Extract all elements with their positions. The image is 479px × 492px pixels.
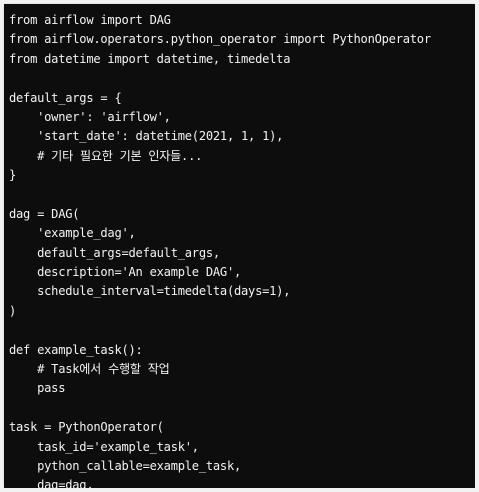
- code-line-13: default_args=default_args,: [9, 245, 220, 260]
- code-line-25: dag=dag,: [9, 478, 94, 488]
- code-line-16: ): [9, 303, 17, 318]
- code-line-20: pass: [9, 381, 66, 396]
- code-line-6: 'owner': 'airflow',: [9, 109, 171, 124]
- code-line-18: def example_task():: [9, 342, 143, 357]
- code-line-24: python_callable=example_task,: [9, 458, 242, 473]
- code-line-2: from airflow.operators.python_operator i…: [9, 32, 431, 47]
- code-line-22: task = PythonOperator(: [9, 420, 164, 435]
- code-line-8: # 기타 필요한 기본 인자들...: [9, 148, 203, 163]
- code-editor: from airflow import DAG from airflow.ope…: [4, 4, 475, 488]
- code-line-5: default_args = {: [9, 90, 122, 105]
- code-line-11: dag = DAG(: [9, 206, 80, 221]
- code-line-9: }: [9, 168, 17, 183]
- code-line-15: schedule_interval=timedelta(days=1),: [9, 284, 291, 299]
- code-line-19: # Task에서 수행할 작업: [9, 362, 170, 377]
- code-line-23: task_id='example_task',: [9, 439, 199, 454]
- code-line-1: from airflow import DAG: [9, 13, 171, 27]
- code-line-12: 'example_dag',: [9, 226, 136, 241]
- code-line-3: from datetime import datetime, timedelta: [9, 51, 291, 66]
- code-line-7: 'start_date': datetime(2021, 1, 1),: [9, 129, 284, 144]
- code-block: from airflow import DAG from airflow.ope…: [9, 11, 431, 488]
- code-line-14: description='An example DAG',: [9, 265, 242, 280]
